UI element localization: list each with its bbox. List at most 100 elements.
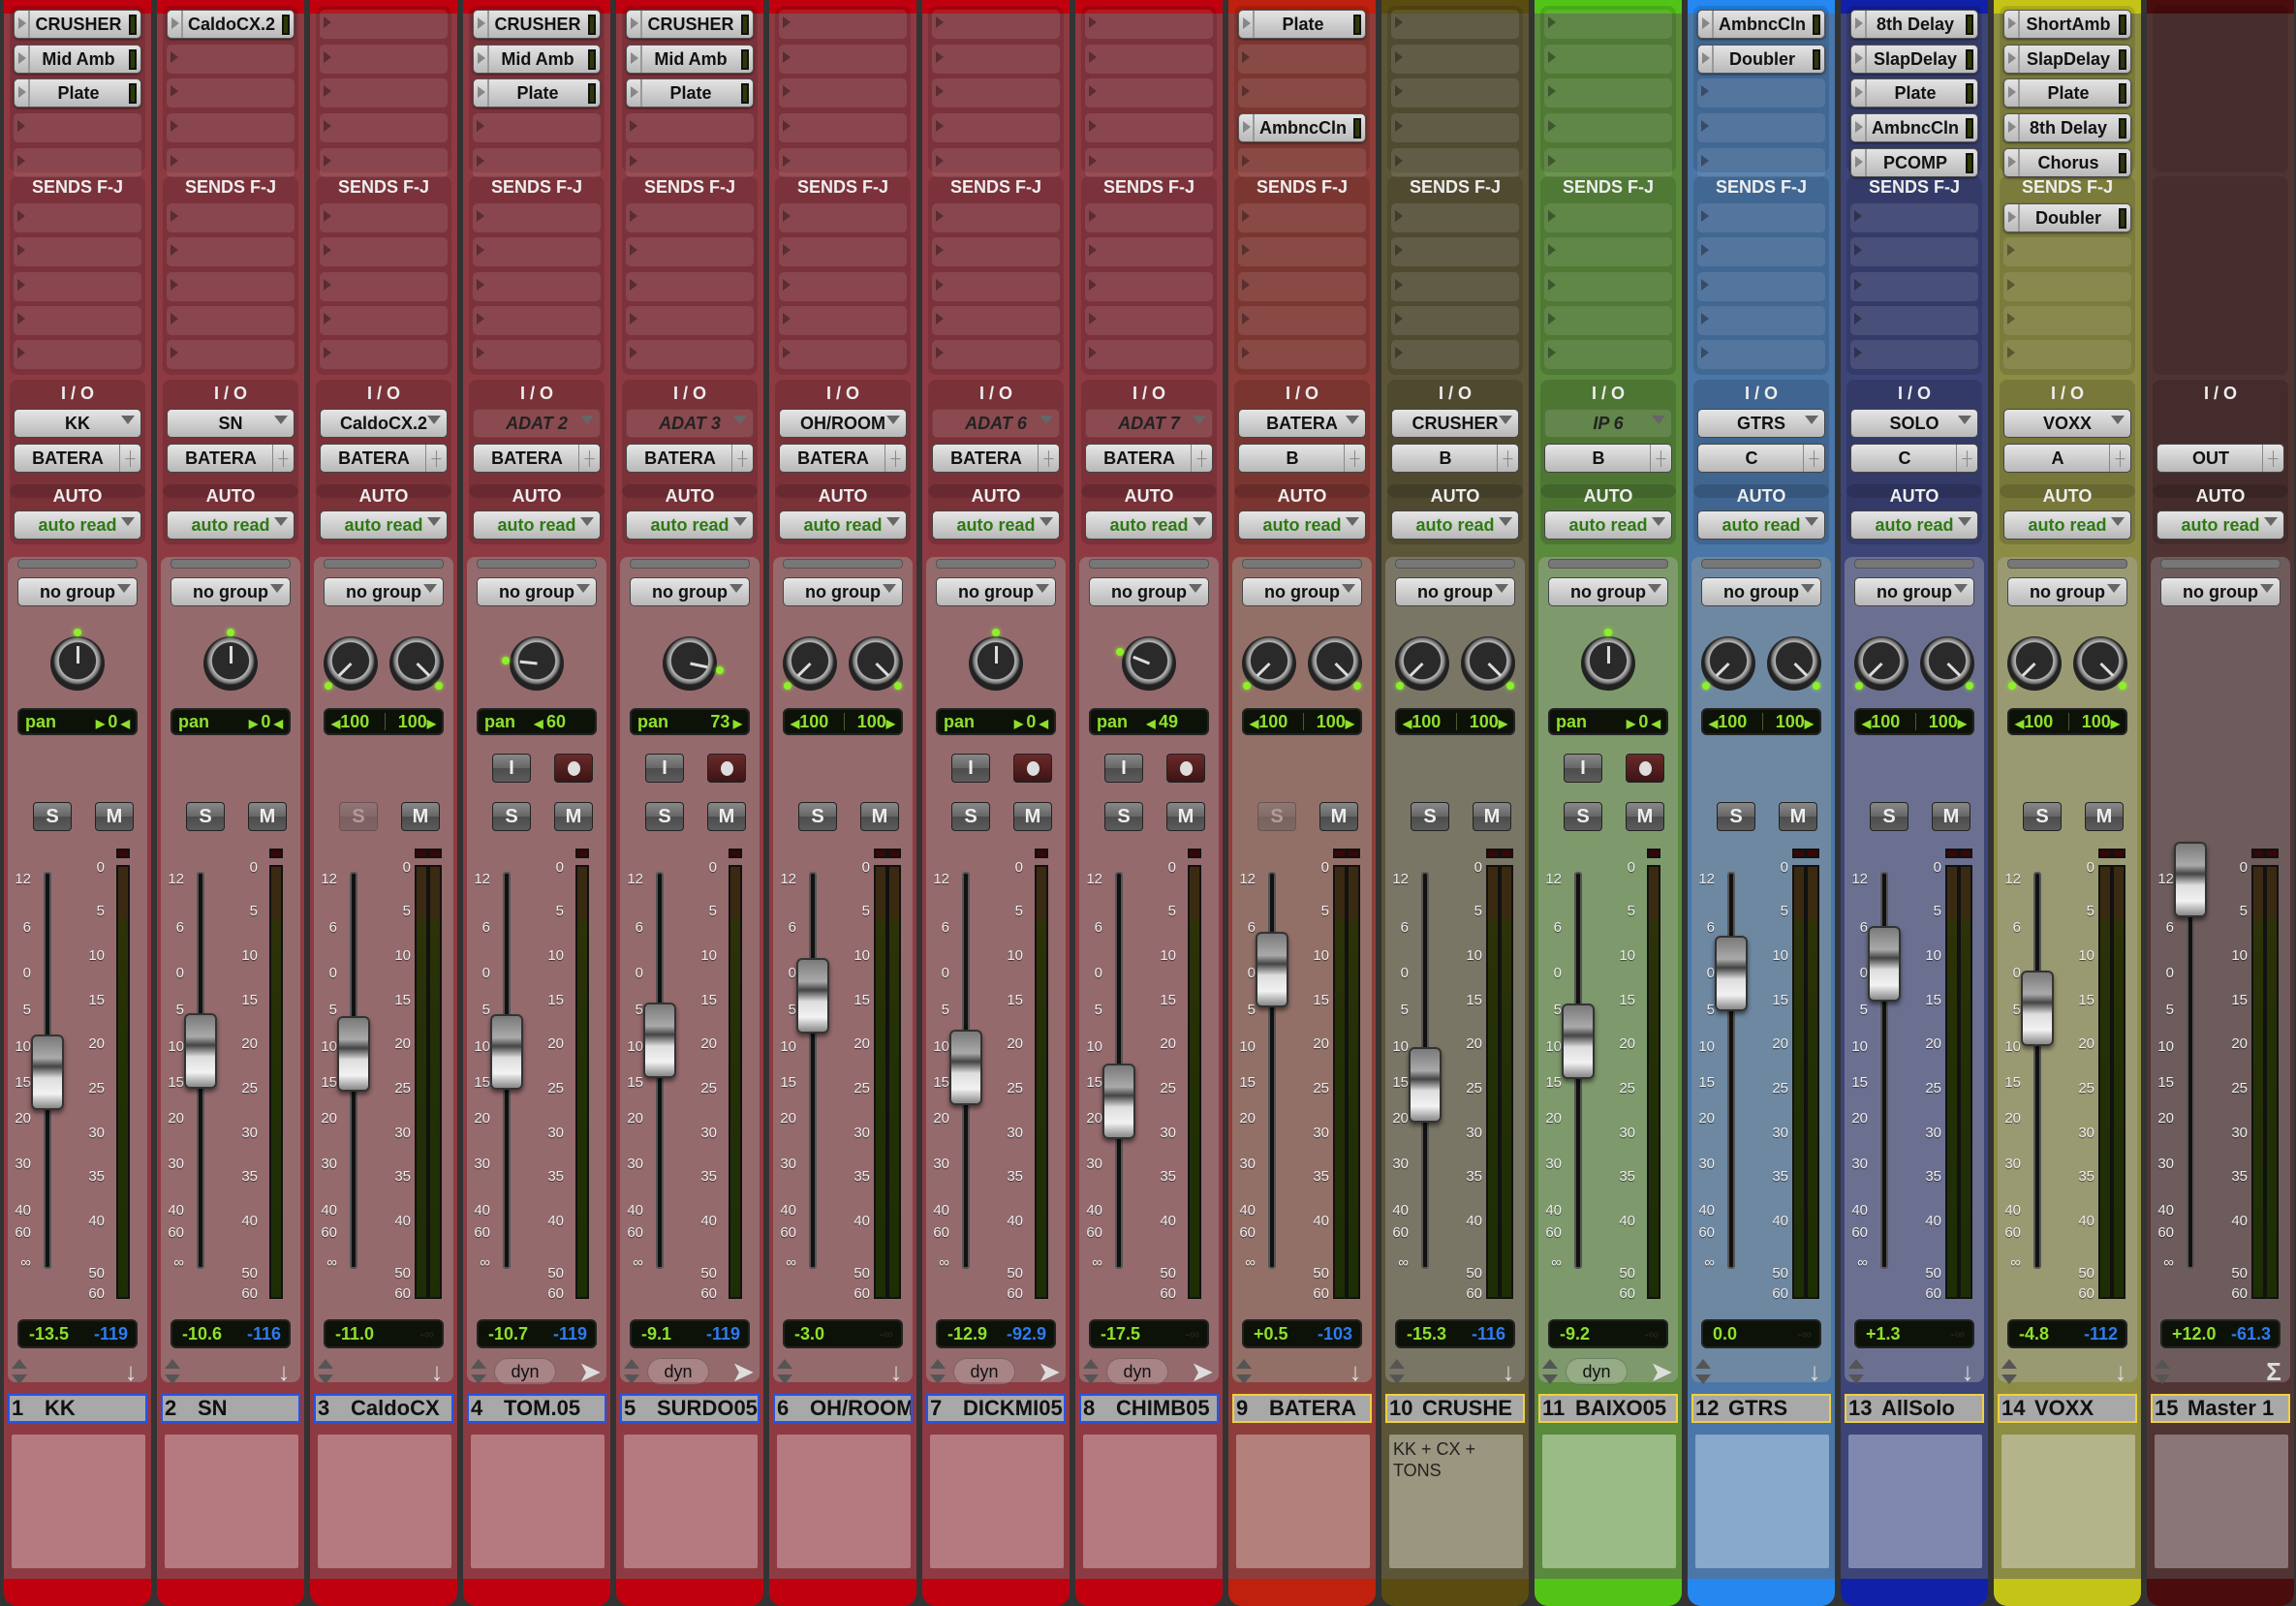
arrow-right-icon[interactable]: ➤ xyxy=(579,1358,601,1385)
insert-slot[interactable] xyxy=(779,10,907,39)
output-selector[interactable]: C ┼ xyxy=(1697,444,1825,473)
record-enable-button[interactable] xyxy=(554,754,593,783)
down-arrow-icon[interactable]: ↓ xyxy=(1498,1358,1519,1385)
down-arrow-icon[interactable]: ↓ xyxy=(273,1358,295,1385)
insert-slot[interactable] xyxy=(167,78,295,108)
pan-readout-stereo[interactable]: ◀100 100▶ xyxy=(2007,708,2127,735)
insert-plugin[interactable]: PCOMP xyxy=(1850,147,1978,177)
insert-slot[interactable] xyxy=(167,147,295,177)
send-slot[interactable] xyxy=(932,340,1060,370)
track-color-bar-bottom[interactable] xyxy=(1075,1579,1223,1606)
track-color-bar-bottom[interactable] xyxy=(1841,1579,1988,1606)
insert-slot[interactable] xyxy=(473,147,601,177)
send-slot[interactable] xyxy=(626,271,754,301)
send-slot[interactable] xyxy=(473,271,601,301)
track-name[interactable]: 11 BAIXO05 xyxy=(1538,1394,1678,1423)
insert-slot[interactable] xyxy=(1544,147,1672,177)
group-selector[interactable]: no group xyxy=(783,577,903,606)
pan-knob[interactable] xyxy=(1116,636,1176,691)
input-selector[interactable]: KK xyxy=(14,409,141,438)
pan-readout[interactable]: pan ◀ 49 xyxy=(1089,708,1209,735)
send-slot[interactable] xyxy=(626,237,754,267)
insert-slot[interactable] xyxy=(1391,147,1519,177)
insert-slot[interactable] xyxy=(779,147,907,177)
send-slot[interactable] xyxy=(473,203,601,232)
volume-readout[interactable]: -3.0 -∞ xyxy=(783,1319,903,1348)
group-selector[interactable]: no group xyxy=(630,577,750,606)
insert-slot[interactable] xyxy=(1085,113,1213,143)
clip-indicator[interactable] xyxy=(1792,849,1806,858)
pan-knob[interactable] xyxy=(1854,636,1908,691)
output-volume-icon[interactable]: ┼ xyxy=(119,445,140,472)
track-height-arrows-icon[interactable] xyxy=(2001,1359,2017,1384)
input-selector[interactable]: VOXX xyxy=(2003,409,2131,438)
dyn-button[interactable]: dyn xyxy=(647,1358,709,1385)
pan-knob[interactable] xyxy=(1920,636,1974,691)
comments-field[interactable] xyxy=(1083,1435,1217,1568)
insert-slot[interactable] xyxy=(14,147,141,177)
track-height-arrows-icon[interactable] xyxy=(1083,1359,1099,1384)
pan-readout-stereo[interactable]: ◀100 100▶ xyxy=(324,708,444,735)
track-color-bar-bottom[interactable] xyxy=(1688,1579,1835,1606)
clip-indicator[interactable] xyxy=(2251,849,2265,858)
group-selector[interactable]: no group xyxy=(1701,577,1821,606)
track-color-bar-bottom[interactable] xyxy=(2147,1579,2294,1606)
automation-mode-selector[interactable]: auto read xyxy=(2156,510,2284,540)
send-slot[interactable] xyxy=(1085,305,1213,335)
volume-fader[interactable] xyxy=(1868,925,1901,1002)
track-height-arrows-icon[interactable] xyxy=(165,1359,180,1384)
mute-button[interactable]: M xyxy=(1626,802,1664,831)
send-slot[interactable] xyxy=(14,203,141,232)
input-selector[interactable]: ADAT 6 xyxy=(932,409,1060,438)
pan-knob[interactable] xyxy=(1395,636,1449,691)
dyn-button[interactable]: dyn xyxy=(494,1358,556,1385)
insert-plugin[interactable]: AmbncCln xyxy=(1850,113,1978,143)
insert-slot[interactable] xyxy=(932,10,1060,39)
clip-indicator[interactable] xyxy=(2098,849,2112,858)
insert-slot[interactable] xyxy=(14,113,141,143)
output-volume-icon[interactable]: ┼ xyxy=(272,445,294,472)
send-slot[interactable] xyxy=(167,271,295,301)
clip-indicator[interactable] xyxy=(2265,849,2279,858)
insert-slot[interactable] xyxy=(1085,78,1213,108)
insert-slot[interactable] xyxy=(779,78,907,108)
solo-button[interactable]: S xyxy=(1104,802,1143,831)
insert-slot[interactable] xyxy=(473,113,601,143)
input-monitor-button[interactable]: I xyxy=(951,754,990,783)
send-slot[interactable] xyxy=(14,305,141,335)
automation-mode-selector[interactable]: auto read xyxy=(167,510,295,540)
automation-mode-selector[interactable]: auto read xyxy=(1238,510,1366,540)
track-color-bar-bottom[interactable] xyxy=(1535,1579,1682,1606)
send-slot[interactable] xyxy=(1085,203,1213,232)
comments-field[interactable]: KK + CX + TONS xyxy=(1389,1435,1523,1568)
track-height-arrows-icon[interactable] xyxy=(777,1359,792,1384)
insert-plugin[interactable]: SlapDelay xyxy=(2003,44,2131,74)
send-slot[interactable] xyxy=(779,305,907,335)
track-height-arrows-icon[interactable] xyxy=(471,1359,486,1384)
solo-button[interactable]: S xyxy=(2023,802,2062,831)
volume-fader[interactable] xyxy=(1102,1063,1135,1139)
send-slot[interactable] xyxy=(932,305,1060,335)
insert-slot[interactable] xyxy=(932,113,1060,143)
insert-slot[interactable] xyxy=(320,44,448,74)
solo-button[interactable]: S xyxy=(492,802,531,831)
input-monitor-button[interactable]: I xyxy=(1104,754,1143,783)
pan-knob[interactable] xyxy=(849,636,903,691)
insert-slot[interactable] xyxy=(932,147,1060,177)
comments-field[interactable] xyxy=(624,1435,758,1568)
pan-readout[interactable]: pan ▶ 0 ◀ xyxy=(171,708,291,735)
mute-button[interactable]: M xyxy=(95,802,134,831)
comments-field[interactable] xyxy=(12,1435,145,1568)
track-name[interactable]: 9 BATERA xyxy=(1232,1394,1372,1423)
send-slot[interactable] xyxy=(1238,340,1366,370)
send-slot[interactable] xyxy=(1391,203,1519,232)
mute-button[interactable]: M xyxy=(1013,802,1052,831)
comments-field[interactable] xyxy=(2155,1435,2288,1568)
output-selector[interactable]: B ┼ xyxy=(1391,444,1519,473)
down-arrow-icon[interactable]: ↓ xyxy=(1804,1358,1825,1385)
insert-plugin[interactable]: Plate xyxy=(14,78,141,108)
pan-readout[interactable]: pan 73 ▶ xyxy=(630,708,750,735)
output-selector[interactable]: BATERA ┼ xyxy=(1085,444,1213,473)
automation-mode-selector[interactable]: auto read xyxy=(1697,510,1825,540)
track-name[interactable]: 13 AllSolo xyxy=(1845,1394,1984,1423)
